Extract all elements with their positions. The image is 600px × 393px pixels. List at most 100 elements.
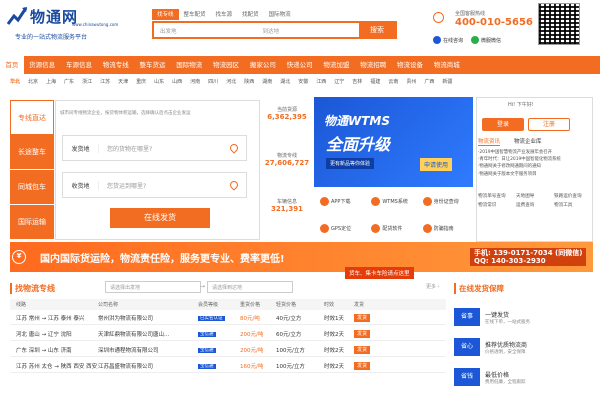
search-tab[interactable]: 国际物流 [264,9,296,20]
member-badge: 宝信通 [198,363,216,369]
nav-item[interactable]: 搬家公司 [244,56,281,74]
news-item[interactable]: ·物通网关于版本文字服务项目 [478,171,590,178]
city-link[interactable]: 河北 [226,78,236,92]
nav-item[interactable]: 首页 [0,56,24,74]
search-tabs: 找专线 整车配货 找车源 找配货 国际物流 [152,9,296,20]
list-from-input[interactable]: 请选择出发地 [105,281,201,293]
region-label[interactable]: 华北 [10,78,20,92]
city-link[interactable]: 吉林 [352,78,362,92]
gps-icon [320,224,329,233]
tool-link[interactable]: 天地图导 [516,193,552,199]
ad-tag[interactable]: 货车、集卡车险请点这里 [345,267,414,279]
light-price: 40元/立方 [276,315,302,322]
side-tab[interactable]: 国际运输 [10,205,54,240]
ship-from-field[interactable]: 发货地 您的货物在哪里? [62,135,247,161]
company[interactable]: 常州洪为物流有限公司 [98,314,198,322]
online-consult-link[interactable]: 在线咨询 [433,36,463,44]
city-link[interactable]: 安徽 [298,78,308,92]
company[interactable]: 深圳市通程物流有限公司 [98,346,198,354]
ship-button[interactable]: 发货 [354,362,371,370]
service-link[interactable]: 配货软件 [371,217,418,240]
login-button[interactable]: 登录 [482,118,524,131]
city-link[interactable]: 福建 [370,78,380,92]
table-row[interactable]: 江苏 苏州 太仓 → 陕西 西安 西安 江苏昌盛物流有限公司 宝信通 160元/… [10,359,446,373]
service-link[interactable]: 身份证查询 [422,190,470,213]
city-link[interactable]: 江西 [316,78,326,92]
guarantee-item-desc: 在线下单，一站式服务 [485,319,530,325]
ship-button[interactable]: 发货 [354,346,371,354]
news-tab[interactable]: 物流资讯 [478,137,501,146]
news-item[interactable]: ·青年时代：日让2019中国智能化物流系统 [478,156,590,163]
city-link[interactable]: 辽宁 [334,78,344,92]
city-link[interactable]: 湖北 [280,78,290,92]
company[interactable]: 天津紅鼎物流有限公司唐山... [98,330,198,338]
city-link[interactable]: 河南 [190,78,200,92]
city-link[interactable]: 广东 [64,78,74,92]
ship-button[interactable]: 发货 [354,330,371,338]
more-link[interactable]: 更多 › [426,283,440,290]
city-link[interactable]: 北京 [28,78,38,92]
news-tab[interactable]: 物流企业库 [514,137,542,146]
submit-shipment-button[interactable]: 在线发货 [110,208,210,228]
wechat-link[interactable]: 微服微信 [471,36,501,44]
tool-link[interactable]: 物流常识 [478,202,514,208]
logo-name[interactable]: 物通网 [30,6,78,27]
table-row[interactable]: 江苏 常州 → 江苏 泰州 泰兴 常州洪为物流有限公司 已实名认证 80元/吨 … [10,311,446,325]
table-row[interactable]: 河北 唐山 → 辽宁 沈阳 天津紅鼎物流有限公司唐山... 宝信通 200元/吨… [10,327,446,341]
news-item[interactable]: ·2019中国智慧物流产业发展年会召开 [478,149,590,156]
nav-item[interactable]: 物流专线 [97,56,134,74]
tool-link[interactable]: 运费查询 [516,202,552,208]
company[interactable]: 江苏昌盛物流有限公司 [98,362,198,370]
location-pin-icon[interactable] [228,142,240,154]
nav-item[interactable]: 物流招聘 [355,56,392,74]
nav-item[interactable]: 国际物流 [171,56,208,74]
tool-link[interactable]: 物流单号查询 [478,193,514,199]
city-link[interactable]: 湖南 [262,78,272,92]
service-link[interactable]: 防骗指南 [422,217,470,240]
side-tab[interactable]: 长途整车 [10,135,54,170]
list-to-input[interactable]: 请选择到达地 [207,281,293,293]
banner-apply-button[interactable]: 申请使用 [420,158,453,171]
tool-link[interactable]: 物流工具 [554,202,590,208]
city-link[interactable]: 四川 [208,78,218,92]
nav-item[interactable]: 物流商城 [428,56,465,74]
nav-item[interactable]: 货源信息 [24,56,61,74]
search-to-input[interactable]: 到达地 [257,23,360,37]
nav-item[interactable]: 车源信息 [61,56,98,74]
city-link[interactable]: 天津 [118,78,128,92]
city-link[interactable]: 上海 [46,78,56,92]
city-link[interactable]: 山东 [154,78,164,92]
city-link[interactable]: 陕西 [244,78,254,92]
city-link[interactable]: 浙江 [82,78,92,92]
nav-item[interactable]: 物流加盟 [318,56,355,74]
search-tab[interactable]: 整车配货 [179,9,211,20]
nav-item[interactable]: 快递公司 [281,56,318,74]
city-link[interactable]: 山西 [172,78,182,92]
city-link[interactable]: 贵州 [406,78,416,92]
register-button[interactable]: 注册 [528,118,570,131]
search-tab[interactable]: 找配货 [237,9,264,20]
location-pin-icon[interactable] [228,179,240,191]
search-tab[interactable]: 找车源 [211,9,238,20]
news-item[interactable]: ·物通网关于修改网通期间的通知 [478,163,590,170]
ship-button[interactable]: 发货 [354,314,371,322]
city-link[interactable]: 云南 [388,78,398,92]
ship-to-field[interactable]: 收货地 您货运到哪里? [62,172,247,198]
service-link[interactable]: WTMS系统 [371,190,418,213]
search-from-input[interactable]: 出发地 [154,23,257,37]
city-link[interactable]: 广西 [424,78,434,92]
side-tab[interactable]: 同城包车 [10,170,54,205]
search-tab[interactable]: 找专线 [152,9,179,20]
city-link[interactable]: 江苏 [100,78,110,92]
service-link[interactable]: GPS定位 [320,217,367,240]
search-button[interactable]: 搜索 [359,23,395,37]
service-link[interactable]: APP下载 [320,190,367,213]
nav-item[interactable]: 物流园区 [208,56,245,74]
nav-item[interactable]: 物流设备 [392,56,429,74]
nav-item[interactable]: 整车货运 [134,56,171,74]
tool-link[interactable]: 铁路运价查询 [554,193,590,199]
city-link[interactable]: 重庆 [136,78,146,92]
side-tab[interactable]: 专线直达 [10,100,54,135]
city-link[interactable]: 新疆 [442,78,452,92]
table-row[interactable]: 广东 深圳 → 山东 济南 深圳市通程物流有限公司 宝信通 200元/吨 100… [10,343,446,357]
